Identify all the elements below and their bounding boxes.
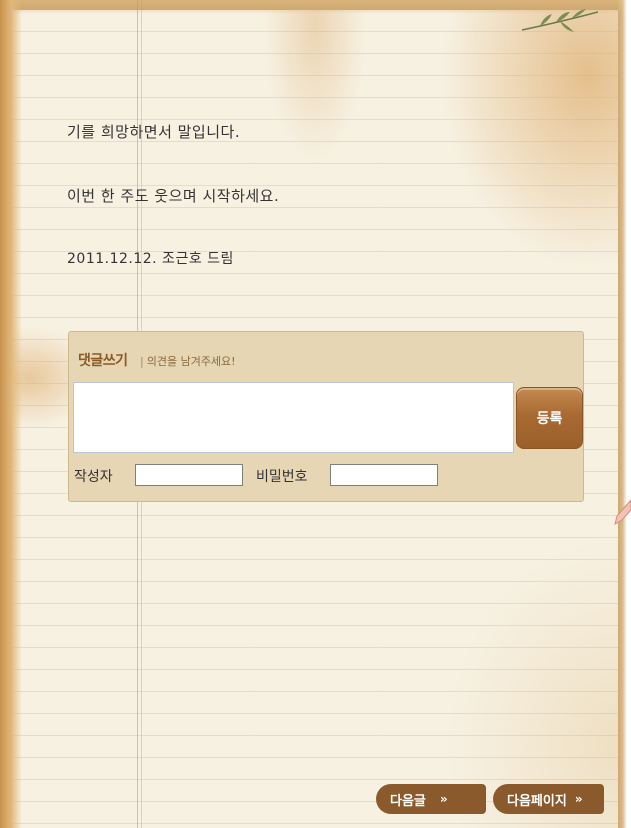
password-input[interactable] bbox=[330, 464, 438, 486]
letter-signature: 2011.12.12. 조근호 드림 bbox=[67, 251, 234, 267]
submit-comment-button[interactable]: 등록 bbox=[516, 387, 583, 449]
next-page-label: 다음페이지 bbox=[507, 793, 567, 809]
comment-title: 댓글쓰기 bbox=[78, 353, 128, 369]
comment-panel: 댓글쓰기 | 의견을 남겨주세요! 등록 작성자 비밀번호 bbox=[68, 331, 584, 502]
author-input[interactable] bbox=[135, 464, 243, 486]
pen-icon bbox=[614, 499, 631, 526]
chevron-right-double-icon: » bbox=[439, 792, 448, 806]
paper-left-edge bbox=[0, 0, 22, 828]
letter-line: 기를 희망하면서 말입니다. bbox=[67, 123, 241, 141]
next-post-label: 다음글 bbox=[390, 793, 426, 809]
author-label: 작성자 bbox=[74, 469, 113, 485]
next-page-button[interactable]: 다음페이지 » bbox=[493, 784, 604, 814]
paper-right-edge bbox=[617, 0, 631, 828]
letter-line: 이번 한 주도 웃으며 시작하세요. bbox=[67, 187, 280, 205]
chevron-right-double-icon: » bbox=[574, 792, 583, 806]
password-label: 비밀번호 bbox=[256, 469, 308, 485]
next-post-button[interactable]: 다음글 » bbox=[376, 784, 486, 814]
leaf-branch-icon bbox=[521, 9, 599, 32]
divider: | bbox=[140, 355, 144, 368]
comment-textarea[interactable] bbox=[73, 382, 514, 453]
comment-subtitle: | 의견을 남겨주세요! bbox=[140, 353, 236, 369]
comment-subtitle-text: 의견을 남겨주세요! bbox=[146, 355, 236, 368]
